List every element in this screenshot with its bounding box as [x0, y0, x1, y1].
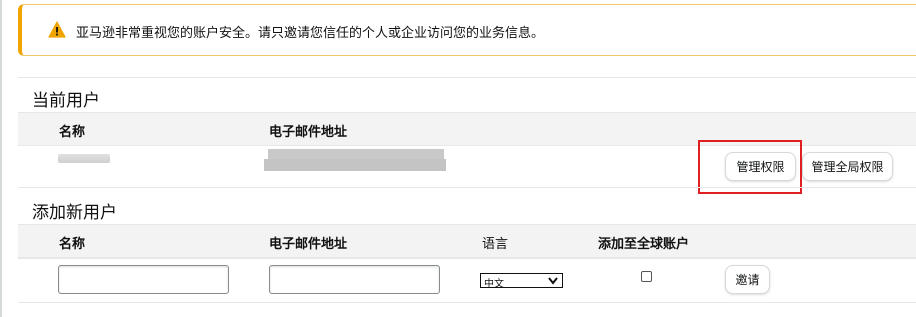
- language-select-value: 中文: [484, 279, 504, 290]
- warning-icon: [48, 21, 66, 38]
- divider: [18, 187, 916, 188]
- user-name-redacted: [58, 154, 110, 163]
- alert-message: 亚马逊非常重视您的账户安全。请只邀请您信任的个人或企业访问您的业务信息。: [76, 26, 545, 41]
- add-user-header: 名称 电子邮件地址 语言 添加至全球账户: [18, 224, 916, 258]
- user-email-redacted: [268, 149, 444, 159]
- divider: [18, 258, 916, 259]
- column-header-add-global: 添加至全球账户: [598, 237, 690, 252]
- invite-button[interactable]: 邀请: [725, 265, 770, 294]
- language-select[interactable]: 中文: [480, 273, 563, 290]
- column-header-language: 语言: [482, 237, 509, 252]
- manage-global-permissions-button[interactable]: 管理全局权限: [802, 152, 893, 181]
- current-users-title: 当前用户: [32, 91, 100, 111]
- column-header-name: 名称: [59, 237, 86, 252]
- new-user-name-input[interactable]: [58, 265, 229, 294]
- page-left-border: [0, 0, 2, 317]
- add-global-checkbox[interactable]: [641, 271, 652, 282]
- security-alert: 亚马逊非常重视您的账户安全。请只邀请您信任的个人或企业访问您的业务信息。: [18, 4, 916, 56]
- user-email-redacted: [264, 159, 446, 171]
- chevron-down-icon: [548, 277, 558, 285]
- divider: [18, 302, 916, 303]
- column-header-email: 电子邮件地址: [269, 125, 348, 140]
- add-user-title: 添加新用户: [32, 203, 117, 223]
- column-header-name: 名称: [59, 125, 86, 140]
- new-user-email-input[interactable]: [269, 265, 440, 294]
- highlight-annotation: [698, 140, 802, 194]
- column-header-email: 电子邮件地址: [269, 237, 348, 252]
- divider: [18, 77, 916, 78]
